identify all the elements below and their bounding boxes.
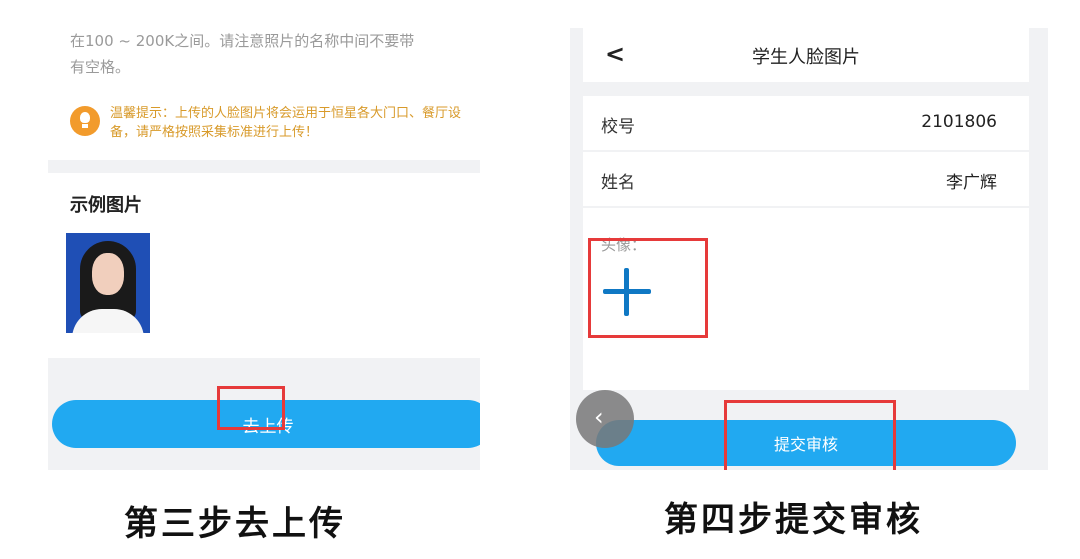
field-label: 校号 — [601, 117, 635, 137]
field-label: 姓名 — [601, 173, 635, 193]
instruction-text: 在100 ~ 200K之间。请注意照片的名称中间不要带 — [70, 32, 415, 50]
field-value: 李广辉 — [946, 173, 997, 193]
field-row-name: 姓名 李广辉 — [583, 152, 1029, 206]
highlight-box-upload — [217, 386, 285, 430]
page-title: 学生人脸图片 — [752, 47, 860, 68]
instructions-card: 在100 ~ 200K之间。请注意照片的名称中间不要带 有空格。 温馨提示：上传… — [48, 30, 480, 160]
floating-back-button[interactable]: ‹ — [576, 390, 634, 448]
tip-text: 温馨提示：上传的人脸图片将会运用于恒星各大门口、餐厅设备，请严格按照采集标准进行… — [110, 106, 462, 140]
right-screen: < 学生人脸图片 校号 2101806 姓名 李广辉 头像： 提交审核 ‹ — [570, 28, 1048, 470]
example-card: 示例图片 — [48, 173, 480, 358]
step4-caption: 第四步提交审核 — [664, 500, 923, 540]
lightbulb-icon — [70, 106, 100, 136]
step3-caption: 第三步去上传 — [124, 504, 346, 544]
highlight-box-add-photo — [588, 238, 708, 338]
example-portrait-image — [66, 233, 150, 333]
nav-bar: < 学生人脸图片 — [583, 28, 1029, 82]
field-row-student-id: 校号 2101806 — [583, 96, 1029, 150]
field-value: 2101806 — [921, 112, 997, 132]
example-title: 示例图片 — [70, 195, 142, 216]
instruction-text-line2: 有空格。 — [70, 58, 131, 76]
chevron-left-icon: ‹ — [594, 403, 604, 431]
highlight-box-submit — [724, 400, 896, 470]
